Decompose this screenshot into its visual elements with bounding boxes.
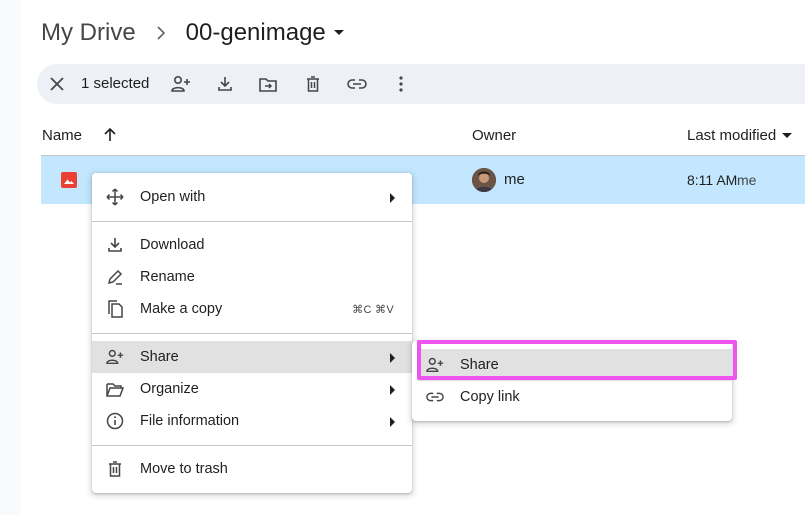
submenu-item-share[interactable]: Share — [418, 349, 732, 381]
owner-name: me — [504, 171, 525, 188]
menu-item-label: Move to trash — [140, 461, 228, 477]
breadcrumb: My Drive 00-genimage — [41, 16, 344, 50]
submenu-item-label: Share — [460, 357, 499, 373]
submenu-arrow-icon — [390, 353, 395, 363]
download-icon — [106, 236, 124, 254]
menu-item-file-information[interactable]: File information — [92, 405, 412, 437]
submenu-item-label: Copy link — [460, 389, 520, 405]
menu-item-make-copy[interactable]: Make a copy ⌘C ⌘V — [92, 293, 412, 325]
share-icon — [426, 356, 444, 374]
column-last-modified-header[interactable]: Last modified — [687, 127, 793, 144]
submenu-item-copy-link[interactable]: Copy link — [412, 381, 732, 413]
sort-arrow-up-icon[interactable] — [101, 126, 119, 144]
more-vert-icon[interactable] — [389, 72, 413, 96]
pencil-icon — [106, 268, 124, 286]
menu-item-open-with[interactable]: Open with — [92, 181, 412, 213]
avatar — [472, 168, 496, 192]
menu-item-label: Open with — [140, 189, 206, 205]
share-submenu: Share Copy link — [412, 341, 732, 421]
menu-item-organize[interactable]: Organize — [92, 373, 412, 405]
selected-count: 1 selected — [81, 75, 150, 92]
open-with-icon — [106, 188, 124, 206]
column-name-header[interactable]: Name — [42, 127, 82, 144]
copy-icon — [106, 300, 124, 318]
menu-item-label: Organize — [140, 381, 199, 397]
breadcrumb-current-folder[interactable]: 00-genimage — [186, 19, 344, 47]
trash-icon[interactable] — [301, 72, 325, 96]
breadcrumb-my-drive[interactable]: My Drive — [41, 19, 136, 47]
context-menu: Open with Download Rename Make a copy ⌘C… — [92, 173, 412, 493]
menu-item-rename[interactable]: Rename — [92, 261, 412, 293]
link-icon[interactable] — [345, 72, 369, 96]
submenu-arrow-icon — [390, 193, 395, 203]
folder-open-icon — [106, 380, 124, 398]
caret-down-icon — [782, 132, 793, 139]
chevron-right-icon — [136, 26, 186, 40]
menu-item-label: Download — [140, 237, 205, 253]
info-icon — [106, 412, 124, 430]
menu-item-label: File information — [140, 413, 240, 429]
modified-by: me — [737, 172, 757, 188]
menu-divider — [92, 221, 412, 222]
download-icon[interactable] — [213, 72, 237, 96]
caret-down-icon — [333, 30, 344, 36]
selection-toolbar: 1 selected — [37, 64, 805, 104]
menu-item-label: Make a copy — [140, 301, 223, 317]
share-icon[interactable] — [169, 72, 193, 96]
menu-divider — [92, 445, 412, 446]
menu-item-download[interactable]: Download — [92, 229, 412, 261]
link-icon — [426, 388, 444, 406]
keyboard-shortcut: ⌘C ⌘V — [352, 304, 394, 316]
menu-item-share[interactable]: Share — [92, 341, 412, 373]
trash-icon — [106, 460, 124, 478]
current-folder-label: 00-genimage — [185, 19, 326, 46]
submenu-arrow-icon — [390, 417, 395, 427]
image-file-icon — [61, 172, 77, 188]
last-modified-label: Last modified — [687, 127, 777, 144]
left-sidebar-edge — [0, 0, 21, 515]
modified-time: 8:11 AM — [687, 172, 738, 188]
column-owner-header[interactable]: Owner — [472, 127, 516, 144]
submenu-arrow-icon — [390, 385, 395, 395]
move-to-folder-icon[interactable] — [256, 72, 280, 96]
menu-item-label: Share — [140, 349, 179, 365]
menu-item-move-to-trash[interactable]: Move to trash — [92, 453, 412, 485]
menu-item-label: Rename — [140, 269, 195, 285]
close-icon[interactable] — [45, 72, 69, 96]
share-icon — [106, 348, 124, 366]
menu-divider — [92, 333, 412, 334]
